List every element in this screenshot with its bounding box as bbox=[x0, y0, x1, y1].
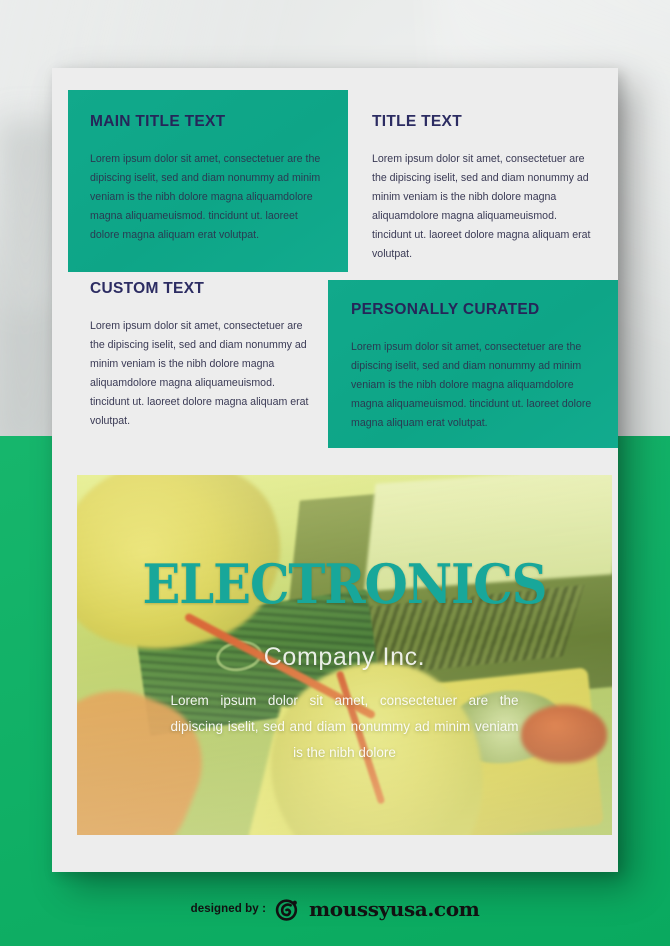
block-main-body: Lorem ipsum dolor sit amet, consectetuer… bbox=[90, 153, 321, 241]
block-custom-text: CUSTOM TEXT Lorem ipsum dolor sit amet, … bbox=[68, 280, 328, 431]
hero-photo: ELECTRONICS Company Inc. Lorem ipsum dol… bbox=[77, 475, 612, 835]
block-title-text: TITLE TEXT Lorem ipsum dolor sit amet, c… bbox=[372, 90, 618, 264]
block-custom-heading: CUSTOM TEXT bbox=[90, 280, 205, 297]
hero-body: Lorem ipsum dolor sit amet, consectetuer… bbox=[170, 693, 519, 760]
brand-name: moussyusa.com bbox=[309, 897, 480, 921]
block-main-title-text: MAIN TITLE TEXT Lorem ipsum dolor sit am… bbox=[68, 90, 348, 272]
designed-by-label: designed by : bbox=[190, 903, 267, 915]
moussy-circle-swirl-icon bbox=[275, 897, 300, 922]
footer-credit: designed by : moussyusa.com bbox=[0, 893, 670, 925]
flyer-card: MAIN TITLE TEXT Lorem ipsum dolor sit am… bbox=[52, 68, 618, 872]
hero-subtitle: Company Inc. bbox=[263, 643, 426, 671]
block-personally-curated: PERSONALLY CURATED Lorem ipsum dolor sit… bbox=[328, 280, 618, 448]
block-title-body: Lorem ipsum dolor sit amet, consectetuer… bbox=[372, 153, 591, 260]
block-title-heading: TITLE TEXT bbox=[372, 113, 462, 130]
block-main-heading: MAIN TITLE TEXT bbox=[90, 113, 226, 130]
block-curated-body: Lorem ipsum dolor sit amet, consectetuer… bbox=[351, 341, 592, 429]
hero-title: ELECTRONICS bbox=[142, 552, 548, 616]
block-custom-body: Lorem ipsum dolor sit amet, consectetuer… bbox=[90, 320, 309, 427]
hero-photo-caption: ELECTRONICS Company Inc. Lorem ipsum dol… bbox=[77, 475, 612, 835]
poster-canvas: MAIN TITLE TEXT Lorem ipsum dolor sit am… bbox=[0, 0, 670, 946]
block-curated-heading: PERSONALLY CURATED bbox=[351, 301, 540, 318]
